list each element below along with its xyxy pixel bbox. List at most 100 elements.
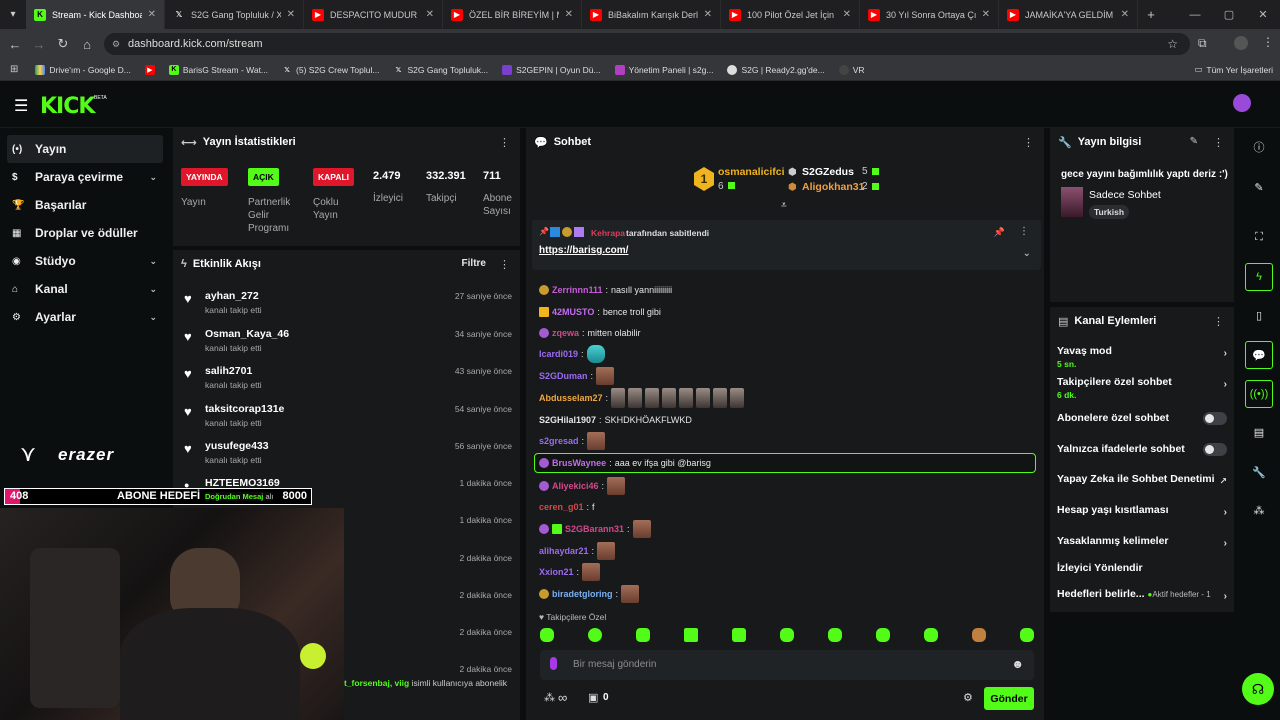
support-button[interactable]: ☊ xyxy=(1242,673,1274,705)
emote-button[interactable] xyxy=(1020,628,1034,642)
apps-icon[interactable]: ⊞ xyxy=(0,64,28,75)
edit-icon[interactable]: ✎ xyxy=(1245,173,1273,201)
new-tab-button[interactable]: + xyxy=(1138,7,1164,22)
edit-icon[interactable]: ✎ xyxy=(1190,136,1198,147)
all-bookmarks[interactable]: ▭ Tüm Yer İşaretleri xyxy=(1187,64,1280,75)
reload-icon[interactable]: ↻ xyxy=(51,36,75,52)
filter-button[interactable]: Filtre xyxy=(462,258,486,269)
tab-kick-dashboard[interactable]: K Stream - Kick Dashboard ✕ xyxy=(26,0,165,29)
minimize-button[interactable]: — xyxy=(1178,9,1212,21)
sidebar-item-channel[interactable]: ⌂ Kanal ⌄ xyxy=(0,275,170,303)
chevron-down-icon[interactable]: ⌄ xyxy=(1023,248,1031,259)
viewer-redirect-setting[interactable]: İzleyici Yönlendir xyxy=(1057,562,1227,574)
close-icon[interactable]: ✕ xyxy=(843,9,851,20)
maximize-button[interactable]: ▢ xyxy=(1212,8,1246,21)
pinned-link[interactable]: https://barisg.com/ xyxy=(539,245,628,256)
points-icon[interactable]: ⁂ xyxy=(544,691,555,704)
browser-menu-icon[interactable]: ⋮ xyxy=(1262,35,1274,49)
tab-search-button[interactable]: ▾ xyxy=(0,9,26,20)
lightning-icon[interactable]: ϟ xyxy=(1245,263,1273,291)
sidebar-item-achievements[interactable]: 🏆 Başarılar xyxy=(0,191,170,219)
emote-button[interactable] xyxy=(924,628,938,642)
extensions-icon[interactable]: ⧉ xyxy=(1198,36,1207,51)
ai-moderation-setting[interactable]: Yapay Zeka ile Sohbet Denetimi ↗ xyxy=(1057,473,1227,486)
slow-mode-setting[interactable]: Yavaş mod 5 sn. › xyxy=(1057,345,1227,369)
unpin-icon[interactable]: 📌 xyxy=(994,227,1005,238)
close-icon[interactable]: ✕ xyxy=(565,9,573,20)
collapse-leaderboard-icon[interactable]: ⩡ xyxy=(781,200,787,211)
sidebar-item-monetization[interactable]: $ Paraya çevirme ⌄ xyxy=(0,163,170,191)
bookmark-youtube[interactable]: ▶ xyxy=(138,64,162,75)
more-icon[interactable]: ⋮ xyxy=(1019,226,1029,237)
emote-button[interactable] xyxy=(636,628,650,642)
sidebar-item-broadcast[interactable]: (•) Yayın xyxy=(7,135,163,163)
kick-logo[interactable]: KICK xyxy=(40,94,95,119)
menu-icon[interactable]: ☰ xyxy=(14,96,28,116)
emote-button[interactable] xyxy=(876,628,890,642)
close-icon[interactable]: ✕ xyxy=(426,9,434,20)
emote-button[interactable] xyxy=(828,628,842,642)
points-icon[interactable]: ⁂ xyxy=(1245,496,1273,524)
more-icon[interactable]: ⋮ xyxy=(499,258,510,271)
tab-youtube-3[interactable]: ▶ BiBakalım Karışık Derleme ✕ xyxy=(582,0,721,29)
emote-button[interactable] xyxy=(588,628,602,642)
bookmark-s2gepin[interactable]: S2GEPIN | Oyun Dü... xyxy=(495,64,607,75)
microphone-icon[interactable] xyxy=(550,657,557,670)
leader-name[interactable]: S2GZedus xyxy=(802,166,854,178)
pinned-by-user[interactable]: Kehrapa xyxy=(591,228,625,238)
home-icon[interactable]: ⌂ xyxy=(75,37,99,52)
account-age-setting[interactable]: Hesap yaşı kısıtlaması › xyxy=(1057,504,1227,518)
layout-icon[interactable]: ▤ xyxy=(1245,418,1273,446)
tab-youtube-4[interactable]: ▶ 100 Pilot Özel Jet İçin Mü ✕ xyxy=(721,0,860,29)
leader-name[interactable]: osmanalicifci xyxy=(718,166,785,178)
address-bar[interactable]: ⚙ dashboard.kick.com/stream ☆ xyxy=(104,33,1190,55)
sidebar-item-settings[interactable]: ⚙ Ayarlar ⌄ xyxy=(0,303,170,331)
emote-button[interactable] xyxy=(684,628,698,642)
emote-button[interactable] xyxy=(780,628,794,642)
sidebar-item-drops[interactable]: ▦ Droplar ve ödüller xyxy=(0,219,170,247)
user-avatar[interactable] xyxy=(1233,94,1251,112)
info-icon[interactable]: ⓘ xyxy=(1245,133,1273,161)
more-icon[interactable]: ⋮ xyxy=(1213,136,1224,149)
close-icon[interactable]: ✕ xyxy=(148,9,156,20)
bookmark-drive[interactable]: Drive'ım - Google D... xyxy=(28,64,137,75)
more-icon[interactable]: ⋮ xyxy=(499,136,510,149)
banned-words-setting[interactable]: Yasaklanmış kelimeler › xyxy=(1057,535,1227,549)
bookmark-barisg-stream[interactable]: K BarisG Stream - Wat... xyxy=(162,64,275,75)
tab-x[interactable]: 𝕏 S2G Gang Topluluk / X ✕ xyxy=(165,0,304,29)
tab-youtube-1[interactable]: ▶ DESPACITO MUDUR PEKİ ✕ xyxy=(304,0,443,29)
close-icon[interactable]: ✕ xyxy=(1121,9,1129,20)
leader-name[interactable]: Aligokhan31 xyxy=(802,181,864,193)
tab-youtube-2[interactable]: ▶ ÖZEL BİR BİREYİM | Mada ✕ xyxy=(443,0,582,29)
more-icon[interactable]: ⋮ xyxy=(1023,136,1034,149)
more-icon[interactable]: ⋮ xyxy=(1213,315,1224,328)
back-icon[interactable]: ← xyxy=(3,37,27,52)
subs-only-toggle[interactable] xyxy=(1203,412,1227,425)
site-info-icon[interactable]: ⚙ xyxy=(112,39,120,50)
document-icon[interactable]: ▯ xyxy=(1245,301,1273,329)
bookmark-s2g-crew[interactable]: 𝕏 (5) S2G Crew Toplul... xyxy=(275,65,386,75)
forward-icon[interactable]: → xyxy=(27,37,51,52)
chat-settings-icon[interactable]: ⚙ xyxy=(963,691,973,704)
emote-button[interactable] xyxy=(540,628,554,642)
chat-input[interactable]: Bir mesaj gönderin ☻ xyxy=(540,650,1034,680)
wrench-icon[interactable]: 🔧 xyxy=(1245,458,1273,486)
emote-button[interactable] xyxy=(972,628,986,642)
send-button[interactable]: Gönder xyxy=(984,687,1034,710)
bookmark-ready2gg[interactable]: S2G | Ready2.gg'de... xyxy=(720,64,831,75)
followers-only-setting[interactable]: Takipçilere özel sohbet 6 dk. › xyxy=(1057,376,1227,400)
tab-youtube-5[interactable]: ▶ 30 Yıl Sonra Ortaya Çıkan ✕ xyxy=(860,0,999,29)
profile-icon[interactable] xyxy=(1234,36,1248,50)
bookmark-admin-panel[interactable]: Yönetim Paneli | s2g... xyxy=(608,64,721,75)
category-name[interactable]: Sadece Sohbet xyxy=(1089,189,1161,201)
chat-bubble-icon[interactable]: 💬 xyxy=(1245,341,1273,369)
bookmark-vr[interactable]: VR xyxy=(832,64,872,75)
close-icon[interactable]: ✕ xyxy=(982,9,990,20)
window-close-button[interactable]: ✕ xyxy=(1246,8,1280,21)
gift-icon[interactable]: ▣ xyxy=(588,691,598,704)
emote-only-toggle[interactable] xyxy=(1203,443,1227,456)
broadcast-icon[interactable]: ((•)) xyxy=(1245,380,1273,408)
emote-button[interactable] xyxy=(732,628,746,642)
sidebar-item-studio[interactable]: ◉ Stüdyo ⌄ xyxy=(0,247,170,275)
tab-youtube-6[interactable]: ▶ JAMAİKA'YA GELDİM - Ya ✕ xyxy=(999,0,1138,29)
